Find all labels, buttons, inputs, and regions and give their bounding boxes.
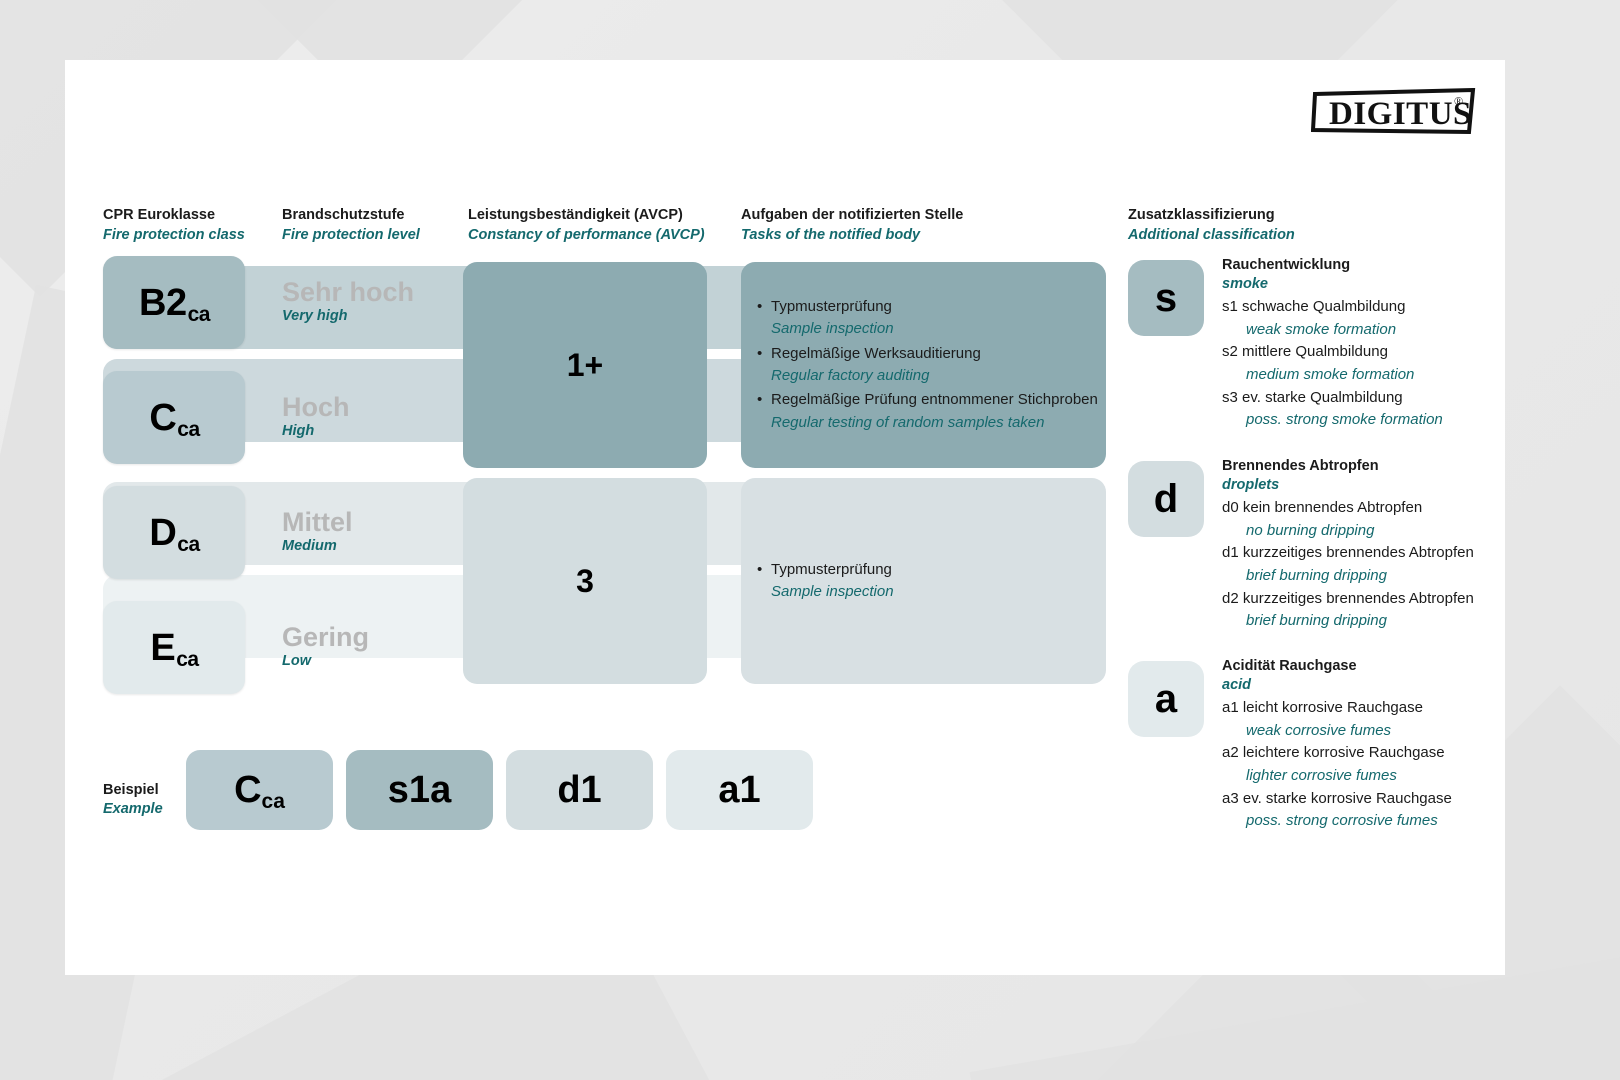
- additional-row-en: medium smoke formation: [1246, 366, 1415, 384]
- header-en: Fire protection level: [282, 226, 420, 243]
- additional-chip-d: d: [1128, 461, 1204, 537]
- task-de: Typmusterprüfung: [757, 558, 1092, 582]
- infographic-card: DIGITUS ® CPR Euroklasse Fire protection…: [65, 60, 1505, 975]
- avcp-value: 1+: [566, 346, 604, 383]
- class-label: Cca: [149, 396, 200, 441]
- additional-row-de: s1 schwache Qualmbildung: [1222, 297, 1406, 315]
- level-de: Sehr hoch: [282, 277, 415, 307]
- task-en: Regular factory auditing: [771, 366, 930, 384]
- task-item: Regelmäßige Werksauditierung Regular fac…: [757, 342, 1098, 388]
- classification-diagram: 1+ 3 Typmusterprüfung Sample inspection …: [65, 60, 1505, 975]
- level-en: Low: [282, 653, 311, 670]
- header-de: Zusatzklassifizierung: [1128, 207, 1275, 223]
- header-de: Brandschutzstufe: [282, 207, 405, 223]
- additional-chip-s: s: [1128, 260, 1204, 336]
- level-en: Medium: [282, 538, 337, 555]
- class-label: Eca: [150, 626, 199, 671]
- task-de: Regelmäßige Prüfung entnommener Stichpro…: [757, 388, 1098, 412]
- tasks-list: Typmusterprüfung Sample inspection Regel…: [741, 295, 1112, 435]
- class-chip-eca: Eca: [103, 601, 245, 694]
- avcp-box-1plus: 1+: [463, 262, 707, 468]
- additional-row-de: s2 mittlere Qualmbildung: [1222, 343, 1388, 361]
- example-label: Beispiel Example: [103, 781, 163, 819]
- level-text-very-high: Sehr hoch Very high: [282, 277, 415, 325]
- tasks-box-avcp3: Typmusterprüfung Sample inspection: [741, 478, 1106, 684]
- additional-title-de: Rauchentwicklung: [1222, 257, 1351, 273]
- additional-row-de: a2 leichtere korrosive Rauchgase: [1222, 744, 1445, 762]
- task-item: Typmusterprüfung Sample inspection: [757, 295, 1098, 341]
- additional-body: Acidität Rauchgase acid a1 leicht korros…: [1222, 657, 1452, 833]
- avcp-box-3: 3: [463, 478, 707, 684]
- additional-row-en: lighter corrosive fumes: [1246, 767, 1397, 785]
- level-en: High: [282, 423, 315, 440]
- additional-row-en: weak corrosive fumes: [1246, 721, 1392, 739]
- task-en: Regular testing of random samples taken: [771, 413, 1045, 431]
- additional-row-en: brief burning dripping: [1246, 612, 1387, 630]
- level-en: Very high: [282, 308, 348, 325]
- task-item: Regelmäßige Prüfung entnommener Stichpro…: [757, 388, 1098, 434]
- additional-row-de: a3 ev. starke korrosive Rauchgase: [1222, 789, 1452, 807]
- additional-row-en: poss. strong corrosive fumes: [1246, 812, 1438, 830]
- tasks-box-avcp1plus: Typmusterprüfung Sample inspection Regel…: [741, 262, 1106, 468]
- example-label-en: Example: [103, 800, 163, 817]
- example-box-droplets: d1: [506, 750, 653, 830]
- additional-title-en: droplets: [1222, 476, 1280, 493]
- class-label: Dca: [149, 511, 200, 556]
- column-header-fire-protection-level: Brandschutzstufe Fire protection level: [282, 206, 420, 245]
- additional-body: Brennendes Abtropfen droplets d0 kein br…: [1222, 457, 1474, 633]
- additional-row-en: poss. strong smoke formation: [1246, 411, 1443, 429]
- column-header-additional-classification: Zusatzklassifizierung Additional classif…: [1128, 206, 1295, 245]
- additional-chip-a: a: [1128, 661, 1204, 737]
- level-de: Gering: [282, 622, 370, 652]
- header-en: Tasks of the notified body: [741, 226, 921, 243]
- header-en: Additional classification: [1128, 226, 1295, 243]
- additional-row-de: a1 leicht korrosive Rauchgase: [1222, 698, 1423, 716]
- header-de: Leistungsbeständigkeit (AVCP): [468, 207, 683, 223]
- class-chip-b2ca: B2ca: [103, 256, 245, 349]
- level-text-medium: Mittel Medium: [282, 507, 353, 555]
- additional-title-en: smoke: [1222, 275, 1268, 292]
- example-box-smoke: s1a: [346, 750, 493, 830]
- additional-title-en: acid: [1222, 676, 1252, 693]
- additional-row-de: s3 ev. starke Qualmbildung: [1222, 388, 1403, 406]
- task-item: Typmusterprüfung Sample inspection: [757, 558, 1092, 604]
- level-text-low: Gering Low: [282, 622, 370, 670]
- example-value: Cca: [234, 769, 285, 813]
- additional-row-en: no burning dripping: [1246, 521, 1375, 539]
- task-en: Sample inspection: [771, 582, 894, 600]
- header-en: Fire protection class: [103, 226, 245, 243]
- task-de: Typmusterprüfung: [757, 295, 1098, 319]
- example-value: a1: [718, 769, 761, 811]
- header-de: Aufgaben der notifizierten Stelle: [741, 207, 964, 223]
- header-de: CPR Euroklasse: [103, 207, 216, 223]
- column-header-fire-protection-class: CPR Euroklasse Fire protection class: [103, 206, 245, 245]
- task-en: Sample inspection: [771, 320, 894, 338]
- example-value: d1: [557, 769, 602, 811]
- level-text-high: Hoch High: [282, 392, 350, 440]
- level-de: Mittel: [282, 507, 353, 537]
- additional-row-de: d1 kurzzeitiges brennendes Abtropfen: [1222, 544, 1474, 562]
- class-chip-dca: Dca: [103, 486, 245, 579]
- avcp-value: 3: [576, 562, 594, 599]
- header-en: Constancy of performance (AVCP): [468, 226, 705, 243]
- example-box-class: Cca: [186, 750, 333, 830]
- example-box-acid: a1: [666, 750, 813, 830]
- additional-body: Rauchentwicklung smoke s1 schwache Qualm…: [1222, 256, 1443, 432]
- level-de: Hoch: [282, 392, 350, 422]
- tasks-list: Typmusterprüfung Sample inspection: [741, 558, 1106, 605]
- class-label: B2ca: [139, 281, 210, 326]
- column-header-avcp: Leistungsbeständigkeit (AVCP) Constancy …: [468, 206, 705, 245]
- additional-row-de: d0 kein brennendes Abtropfen: [1222, 498, 1423, 516]
- task-de: Regelmäßige Werksauditierung: [757, 342, 1098, 366]
- example-label-de: Beispiel: [103, 782, 159, 798]
- column-header-notified-body-tasks: Aufgaben der notifizierten Stelle Tasks …: [741, 206, 963, 245]
- example-value: s1a: [387, 769, 452, 811]
- additional-row-en: weak smoke formation: [1246, 320, 1397, 338]
- additional-title-de: Brennendes Abtropfen: [1222, 458, 1379, 474]
- additional-title-de: Acidität Rauchgase: [1222, 658, 1357, 674]
- class-chip-cca: Cca: [103, 371, 245, 464]
- additional-row-de: d2 kurzzeitiges brennendes Abtropfen: [1222, 589, 1474, 607]
- additional-row-en: brief burning dripping: [1246, 567, 1387, 585]
